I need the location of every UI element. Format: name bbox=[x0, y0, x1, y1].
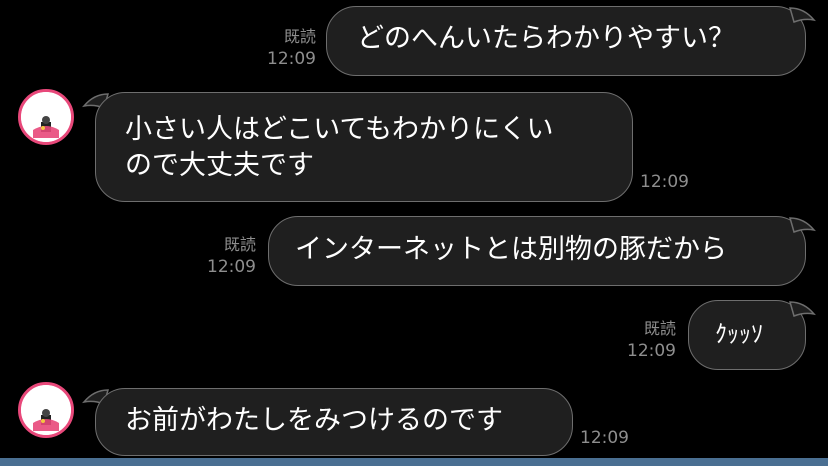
message-time: 12:09 bbox=[640, 172, 689, 192]
message-bubble-incoming[interactable]: 小さい人はどこいてもわかりにくい ので大丈夫です bbox=[95, 92, 633, 202]
read-label: 既読 bbox=[283, 27, 316, 46]
message-text: どのへんいたらわかりやすい？ bbox=[357, 23, 735, 54]
bubble-tail-right bbox=[789, 217, 816, 234]
message-bubble-incoming[interactable]: お前がわたしをみつけるのです bbox=[95, 388, 573, 456]
read-label: 既読 bbox=[643, 319, 676, 338]
message-time: 12:09 bbox=[627, 341, 676, 361]
message-time: 12:09 bbox=[580, 428, 629, 448]
message-time: 12:09 bbox=[207, 257, 256, 277]
bottom-bar bbox=[0, 458, 828, 466]
message-time: 12:09 bbox=[267, 49, 316, 69]
sender-avatar[interactable] bbox=[18, 89, 74, 145]
chat-thread: 既読 12:09 どのへんいたらわかりやすい？ 小さい人はどこいてもわかりにくい… bbox=[0, 0, 828, 458]
sender-avatar[interactable] bbox=[18, 382, 74, 438]
message-text: お前がわたしをみつけるのです bbox=[125, 405, 503, 436]
bubble-tail-right bbox=[789, 7, 816, 24]
read-status: 既読 12:09 bbox=[190, 234, 256, 278]
character-avatar-icon bbox=[21, 385, 71, 435]
message-bubble-outgoing[interactable]: どのへんいたらわかりやすい？ bbox=[326, 6, 806, 76]
read-status: 既読 12:09 bbox=[250, 26, 316, 70]
bubble-tail-right bbox=[789, 301, 816, 318]
character-avatar-icon bbox=[21, 92, 71, 142]
message-bubble-outgoing[interactable]: ｸｯｯｿ bbox=[688, 300, 806, 370]
read-label: 既読 bbox=[223, 235, 256, 254]
message-text-line: 小さい人はどこいてもわかりにくい bbox=[125, 114, 554, 145]
message-text: ｸｯｯｿ bbox=[715, 320, 763, 348]
read-status: 既読 12:09 bbox=[610, 318, 676, 362]
message-text: インターネットとは別物の豚だから bbox=[295, 234, 727, 265]
message-bubble-outgoing[interactable]: インターネットとは別物の豚だから bbox=[268, 216, 806, 286]
message-text-line: ので大丈夫です bbox=[125, 150, 314, 181]
